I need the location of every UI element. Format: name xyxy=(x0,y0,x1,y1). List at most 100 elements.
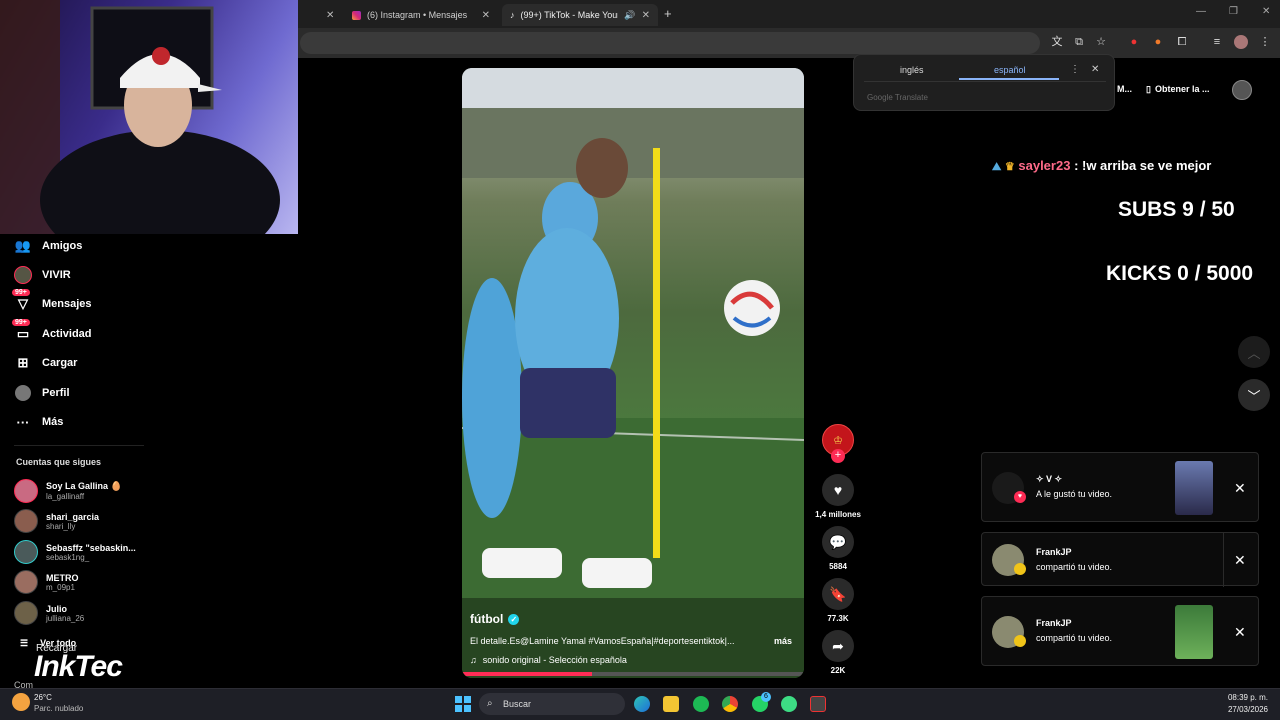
extension-orange-icon[interactable]: ● xyxy=(1151,35,1165,49)
profile-icon xyxy=(14,384,32,402)
vpn-icon[interactable] xyxy=(781,696,797,712)
taskbar-search[interactable]: ⌕ Buscar xyxy=(479,693,625,715)
video-author[interactable]: fútbol ✓ xyxy=(470,612,520,626)
extension-red-icon[interactable]: ● xyxy=(1127,35,1141,49)
notification-card[interactable]: FrankJP compartió tu video. ✕ xyxy=(981,532,1259,587)
speaker-icon[interactable]: 🔊 xyxy=(624,10,635,21)
following-item[interactable]: Soy La Gallina 🥚 la_gallinaff xyxy=(14,477,122,505)
sidebar-item-friends[interactable]: 👥 Amigos xyxy=(14,235,82,257)
notification-badge: 99+ xyxy=(12,319,30,326)
browser-menu-icon[interactable]: ⋮ xyxy=(1258,35,1272,49)
taskbar-time: 08:39 p. m. xyxy=(1227,693,1268,702)
new-tab-button[interactable]: + xyxy=(664,6,672,21)
close-icon[interactable]: ✕ xyxy=(1234,624,1246,641)
weather-temp: 26°C xyxy=(34,693,52,702)
spotify-icon[interactable] xyxy=(693,696,709,712)
edge-icon[interactable] xyxy=(634,696,650,712)
more-button[interactable]: más xyxy=(774,636,792,646)
video-player[interactable]: fútbol ✓ El detalle.Es@Lamine Yamal #Vam… xyxy=(462,68,804,678)
comment-count: 5884 xyxy=(829,562,847,571)
maximize-icon[interactable]: ❐ xyxy=(1229,6,1238,17)
video-sound[interactable]: ♫ sonido original - Selección española xyxy=(470,655,627,665)
extension-m-label[interactable]: M... xyxy=(1117,84,1132,94)
subs-goal: SUBS 9 / 50 xyxy=(1118,198,1235,221)
next-video-button[interactable]: ﹀ xyxy=(1238,379,1270,411)
following-title: Cuentas que sigues xyxy=(16,457,102,467)
divider xyxy=(14,445,144,446)
reading-list-icon[interactable]: ≡ xyxy=(1210,35,1224,49)
save-button[interactable]: 🔖 77.3K xyxy=(821,578,855,623)
share-icon: ➦ xyxy=(822,630,854,662)
lang-to-tab[interactable]: español xyxy=(994,65,1026,75)
minimize-icon[interactable]: — xyxy=(1196,6,1206,17)
tab-tiktok[interactable]: ♪ (99+) TikTok - Make Your Da 🔊 ✕ xyxy=(502,4,658,26)
following-name: shari_garcia xyxy=(46,511,100,522)
chrome-icon[interactable] xyxy=(722,696,738,712)
close-icon[interactable]: ✕ xyxy=(1234,480,1246,497)
close-icon[interactable]: ✕ xyxy=(642,10,650,21)
follow-plus-icon[interactable]: + xyxy=(831,449,845,463)
sidebar-item-messages[interactable]: ▽ 99+ Mensajes xyxy=(12,289,92,315)
sound-label: sonido original - Selección española xyxy=(482,655,627,665)
like-button[interactable]: ♥ 1,4 millones xyxy=(815,474,861,519)
following-item[interactable]: shari_garcia shari_lly xyxy=(14,507,99,535)
file-explorer-icon[interactable] xyxy=(663,696,679,712)
verified-icon: ✓ xyxy=(508,613,520,625)
close-icon[interactable]: ✕ xyxy=(1234,552,1246,569)
notification-text: A le gustó tu video. xyxy=(1036,489,1113,499)
following-name: Julio xyxy=(46,603,68,614)
get-app-label: Obtener la ... xyxy=(1154,84,1210,94)
video-caption: El detalle.Es@Lamine Yamal #VamosEspaña|… xyxy=(470,636,735,646)
previous-video-button[interactable]: ︿ xyxy=(1238,336,1270,368)
translate-icon[interactable]: 文 xyxy=(1050,35,1064,49)
weather-icon[interactable] xyxy=(12,693,30,711)
sidebar-item-more[interactable]: ··· Más xyxy=(14,411,64,433)
video-thumbnail[interactable] xyxy=(1175,461,1213,515)
window-close-icon[interactable]: ✕ xyxy=(1262,6,1270,17)
more-options-icon[interactable]: ⋮ xyxy=(1070,64,1080,75)
following-name: METRO xyxy=(46,572,79,583)
following-user: julliana_26 xyxy=(46,613,85,623)
video-thumbnail[interactable] xyxy=(1175,605,1213,659)
close-icon[interactable]: ✕ xyxy=(482,10,490,21)
comment-button[interactable]: 💬 5884 xyxy=(821,526,855,571)
heart-icon: ♥ xyxy=(1014,491,1026,503)
tab-close-previous[interactable]: ✕ xyxy=(318,4,338,26)
extensions-puzzle-icon[interactable]: ⧠ xyxy=(1175,35,1189,49)
following-user: sebask1ng_ xyxy=(46,552,90,562)
search-placeholder: Buscar xyxy=(503,699,532,709)
kicks-goal: KICKS 0 / 5000 xyxy=(1106,262,1254,285)
sidebar-item-upload[interactable]: ⊞ Cargar xyxy=(14,352,78,374)
close-icon[interactable]: ✕ xyxy=(1091,64,1099,75)
notification-text: compartió tu video. xyxy=(1036,562,1113,572)
following-item[interactable]: Sebasffz "sebaskin... sebask1ng_ xyxy=(14,538,136,566)
sidebar-item-activity[interactable]: ▭ 99+ Actividad xyxy=(12,319,92,345)
recording-app-icon[interactable] xyxy=(810,696,826,712)
following-item[interactable]: Julio julliana_26 xyxy=(14,599,84,627)
profile-avatar[interactable] xyxy=(1234,35,1248,49)
avatar xyxy=(14,479,38,503)
tab-instagram[interactable]: (6) Instagram • Mensajes ✕ xyxy=(344,4,498,26)
address-bar[interactable] xyxy=(300,32,1040,54)
author-name: fútbol xyxy=(470,612,504,626)
taskbar-date: 27/03/2026 xyxy=(1227,705,1268,714)
get-app-button[interactable]: ▯ Obtener la ... xyxy=(1146,84,1209,95)
translate-popup: inglés español ⋮ ✕ Google Translate xyxy=(853,54,1115,111)
whatsapp-badge: 6 xyxy=(761,692,771,702)
share-button[interactable]: ➦ 22K xyxy=(821,630,855,675)
notification-card[interactable]: FrankJP compartió tu video. ✕ xyxy=(981,596,1259,666)
close-icon[interactable]: ✕ xyxy=(326,10,334,21)
friends-icon: 👥 xyxy=(14,238,32,253)
search-icon: ⌕ xyxy=(487,698,493,709)
user-avatar[interactable] xyxy=(1232,80,1252,100)
sidebar-item-profile[interactable]: Perfil xyxy=(14,382,70,404)
lang-from-tab[interactable]: inglés xyxy=(900,65,924,75)
author-avatar-button[interactable]: ♔ + xyxy=(821,424,855,463)
progress-track[interactable] xyxy=(462,672,804,676)
bookmark-star-icon[interactable]: ☆ xyxy=(1094,35,1108,49)
windows-start-icon[interactable] xyxy=(455,696,471,712)
install-icon[interactable]: ⧉ xyxy=(1072,35,1086,49)
sidebar-item-live[interactable]: VIVIR xyxy=(14,264,71,286)
notification-card[interactable]: ♥ ✧ V ✧ A le gustó tu video. ✕ xyxy=(981,452,1259,522)
following-item[interactable]: METRO m_09p1 xyxy=(14,568,79,596)
